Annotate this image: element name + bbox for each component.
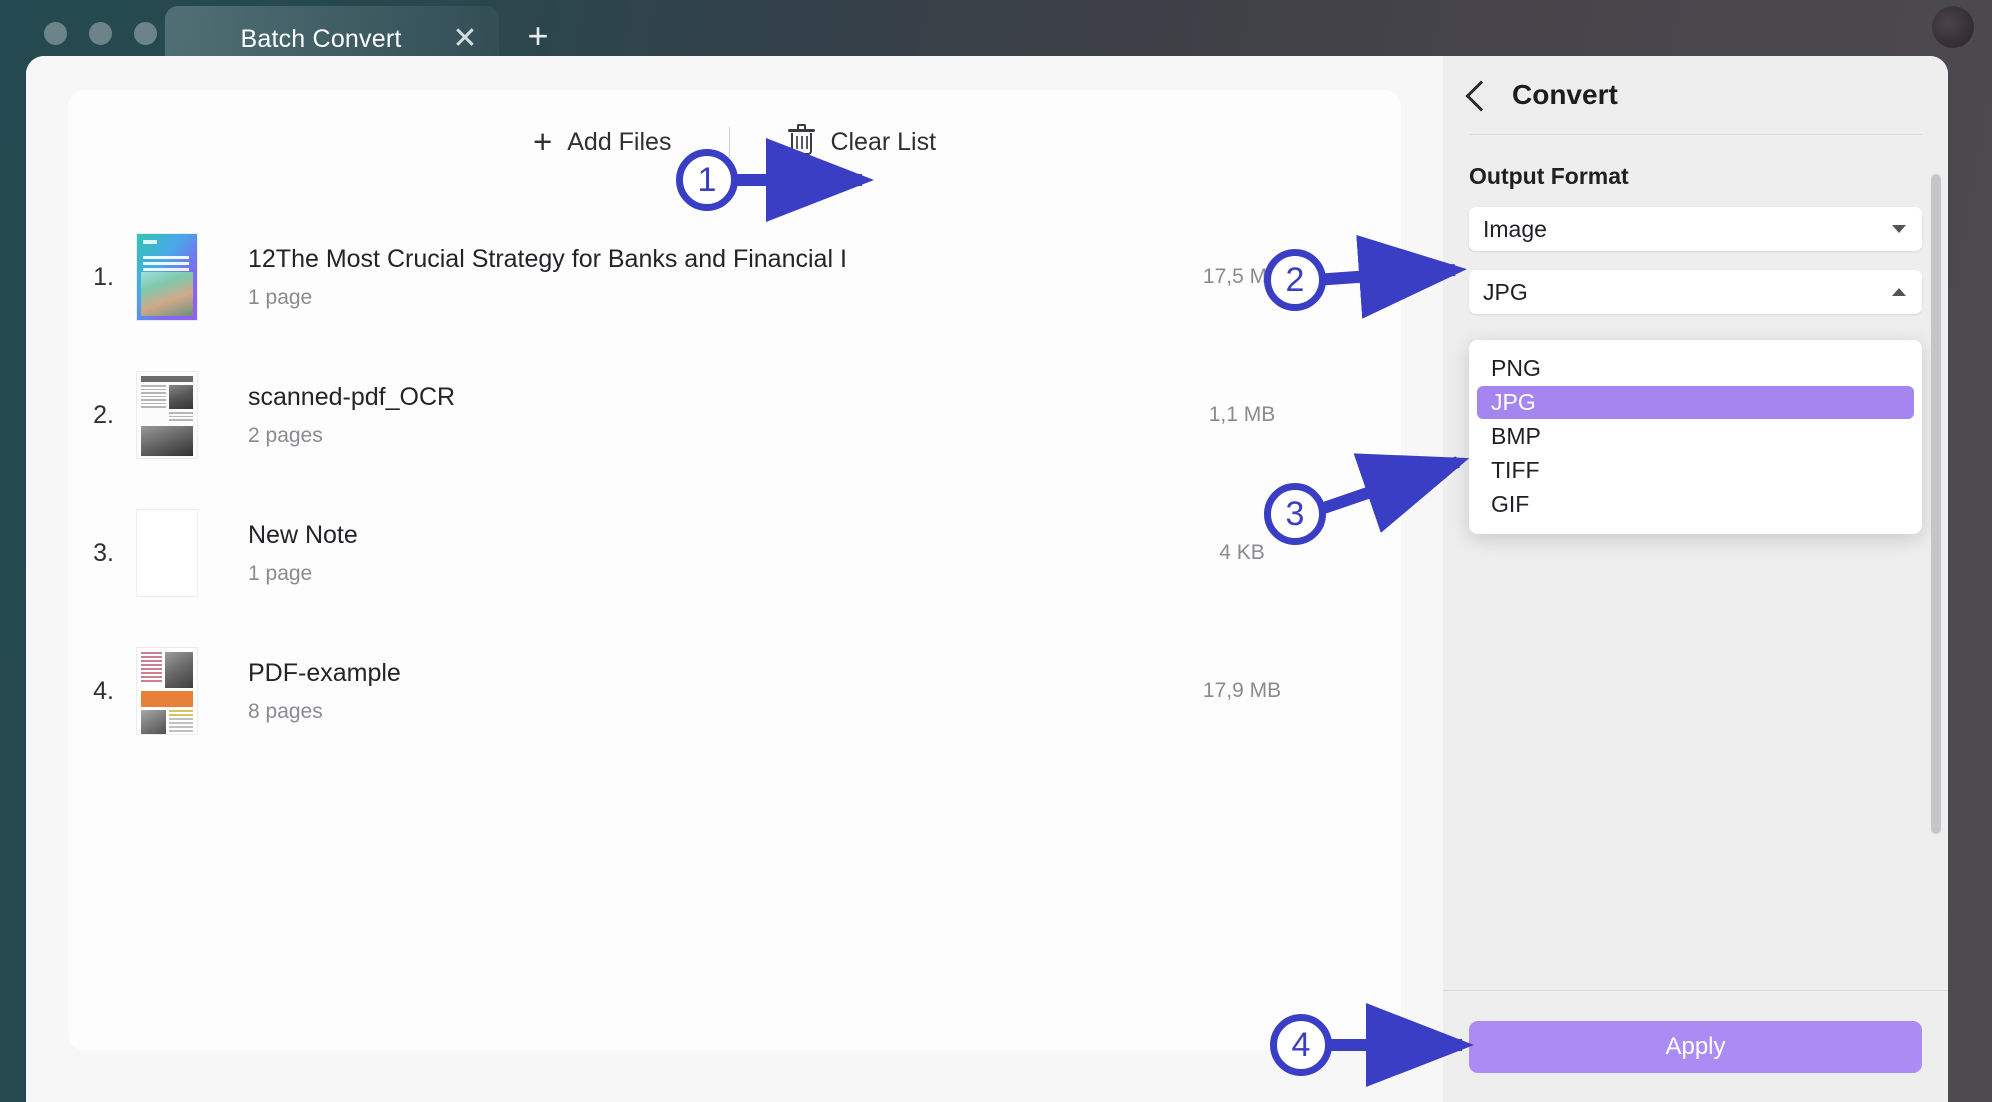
- file-name: scanned-pdf_OCR: [248, 382, 456, 411]
- file-page-count: 8 pages: [248, 699, 323, 723]
- table-row[interactable]: 2. scanned-pdf_OCR 2 pages 1,1 MB: [68, 346, 1401, 484]
- file-thumbnail: [136, 509, 198, 597]
- add-files-button[interactable]: + Add Files: [519, 118, 686, 167]
- file-name: 12The Most Crucial Strategy for Banks an…: [248, 244, 847, 273]
- new-tab-plus-icon[interactable]: +: [516, 14, 560, 58]
- desktop-backdrop: Batch Convert ✕ + + Add Files Clear List…: [0, 0, 1992, 1102]
- file-page-count: 1 page: [248, 285, 313, 309]
- file-meta: New Note 1 page: [198, 521, 1117, 586]
- user-avatar[interactable]: [1932, 6, 1974, 48]
- output-format-category-value: Image: [1483, 215, 1547, 242]
- output-format-category-select[interactable]: Image: [1469, 207, 1922, 251]
- annotation-badge-3: 3: [1264, 483, 1326, 545]
- file-thumbnail: [136, 647, 198, 735]
- dropdown-option-tiff[interactable]: TIFF: [1477, 454, 1914, 487]
- panel-footer: Apply: [1443, 990, 1948, 1102]
- page-title: Convert: [1512, 79, 1618, 110]
- file-rows: 1. 12The Most Crucial Strategy for Banks…: [68, 194, 1401, 760]
- annotation-badge-2: 2: [1264, 249, 1326, 311]
- apply-button[interactable]: Apply: [1469, 1020, 1922, 1073]
- table-row[interactable]: 1. 12The Most Crucial Strategy for Banks…: [68, 208, 1401, 346]
- chevron-left-icon[interactable]: [1465, 80, 1497, 112]
- file-name: PDF-example: [248, 658, 401, 687]
- tab-title: Batch Convert: [240, 24, 402, 53]
- clear-list-button[interactable]: Clear List: [774, 119, 950, 165]
- file-list-pane: + Add Files Clear List 1. 12The Most Cru…: [26, 56, 1443, 1102]
- file-page-count: 1 page: [248, 561, 313, 585]
- close-window-button[interactable]: [44, 22, 67, 45]
- dropdown-option-png[interactable]: PNG: [1477, 352, 1914, 385]
- file-meta: 12The Most Crucial Strategy for Banks an…: [198, 245, 1117, 310]
- convert-panel: Convert Output Format Image JPG PNG JPG …: [1443, 56, 1948, 1102]
- panel-header: Convert: [1443, 56, 1948, 134]
- plus-icon: +: [532, 122, 553, 160]
- panel-scrollbar[interactable]: [1931, 174, 1941, 834]
- output-format-label: Output Format: [1469, 163, 1629, 189]
- table-row[interactable]: 4. PDF-example 8 pages 17,9 MB: [68, 622, 1401, 760]
- dropdown-option-bmp[interactable]: BMP: [1477, 420, 1914, 453]
- app-window: + Add Files Clear List 1. 12The Most Cru…: [26, 56, 1948, 1102]
- trash-icon: [788, 124, 816, 157]
- file-meta: scanned-pdf_OCR 2 pages: [198, 383, 1117, 448]
- file-size: 17,9 MB: [1202, 679, 1282, 702]
- add-files-label: Add Files: [567, 127, 672, 156]
- file-page-count: 2 pages: [248, 423, 323, 447]
- file-name: New Note: [248, 520, 358, 549]
- file-size: 1,1 MB: [1208, 403, 1276, 426]
- row-index: 1.: [93, 262, 114, 291]
- image-format-value: JPG: [1483, 278, 1528, 305]
- file-meta: PDF-example 8 pages: [198, 659, 1117, 724]
- close-icon[interactable]: ✕: [443, 17, 487, 61]
- annotation-badge-4: 4: [1270, 1014, 1332, 1076]
- chevron-up-icon: [1892, 288, 1906, 296]
- file-list-card: + Add Files Clear List 1. 12The Most Cru…: [68, 90, 1401, 1050]
- file-size: 17,5 MB: [1202, 265, 1282, 288]
- dropdown-option-jpg[interactable]: JPG: [1477, 386, 1914, 419]
- clear-list-label: Clear List: [830, 127, 937, 156]
- row-index: 3.: [93, 538, 114, 567]
- file-thumbnail: [136, 371, 198, 459]
- file-size: 4 KB: [1219, 541, 1265, 564]
- maximize-window-button[interactable]: [134, 22, 157, 45]
- annotation-badge-1: 1: [676, 149, 738, 211]
- file-thumbnail: [136, 233, 198, 321]
- toolbar-divider: [729, 127, 731, 157]
- table-row[interactable]: 3. New Note 1 page 4 KB: [68, 484, 1401, 622]
- image-format-select[interactable]: JPG: [1469, 270, 1922, 314]
- row-index: 2.: [93, 400, 114, 429]
- window-traffic-lights[interactable]: [44, 22, 157, 45]
- image-format-dropdown-menu[interactable]: PNG JPG BMP TIFF GIF: [1469, 340, 1922, 534]
- chevron-down-icon: [1892, 225, 1906, 233]
- row-index: 4.: [93, 676, 114, 705]
- minimize-window-button[interactable]: [89, 22, 112, 45]
- dropdown-option-gif[interactable]: GIF: [1477, 488, 1914, 521]
- panel-body: Output Format Image JPG PNG JPG BMP TIFF…: [1443, 135, 1948, 990]
